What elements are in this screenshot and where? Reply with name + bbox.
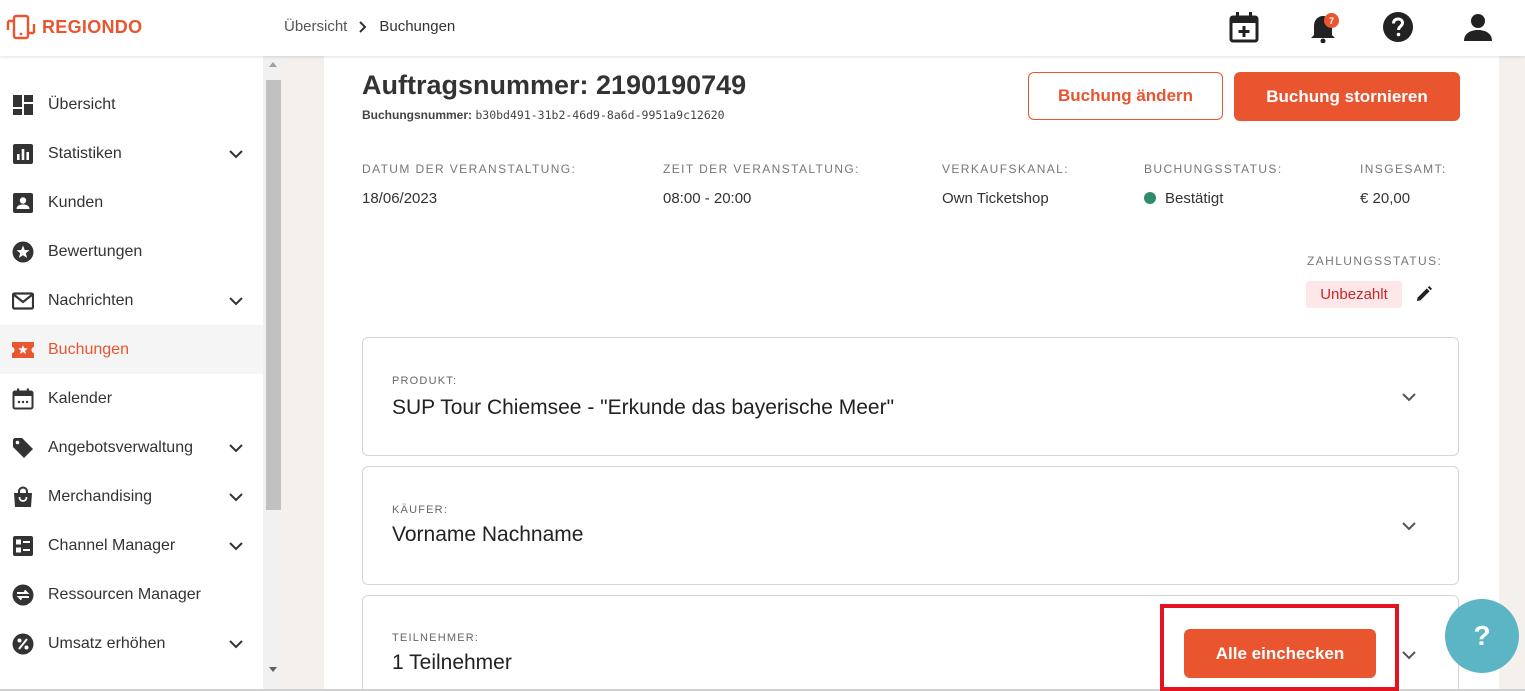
sidebar-item-label: Channel Manager <box>48 536 176 554</box>
sidebar-item-angebotsverwaltung[interactable]: Angebotsverwaltung <box>0 423 263 472</box>
help-icon[interactable] <box>1381 10 1415 44</box>
booking-number: Buchungsnummer: b30bd491-31b2-46d9-8a6d-… <box>362 108 725 122</box>
sidebar-item-channel-manager[interactable]: Channel Manager <box>0 521 263 570</box>
shopping-bag-icon <box>11 485 35 509</box>
top-bar: REGIONDO Übersicht Buchungen 7 <box>0 0 1525 56</box>
chevron-right-icon <box>359 20 367 33</box>
chevron-down-icon[interactable] <box>226 536 246 556</box>
sidebar-item-ressourcen-manager[interactable]: Ressourcen Manager <box>0 570 263 619</box>
notification-badge: 7 <box>1324 13 1339 28</box>
booking-status-text: Bestätigt <box>1165 190 1224 207</box>
chevron-down-icon[interactable] <box>226 291 246 311</box>
chevron-down-icon[interactable] <box>226 144 246 164</box>
breadcrumb: Übersicht Buchungen <box>284 18 455 35</box>
sidebar-item-label: Merchandising <box>48 487 153 505</box>
sidebar: Übersicht Statistiken Kunden Bewertungen… <box>0 56 283 691</box>
sales-channel-label: VERKAUFSKANAL: <box>942 162 1069 176</box>
sidebar-item-uebersicht[interactable]: Übersicht <box>0 80 263 129</box>
contact-card-icon <box>11 191 35 215</box>
total-label: INSGESAMT: <box>1360 162 1447 176</box>
buyer-panel[interactable]: KÄUFER: Vorname Nachname <box>362 466 1459 585</box>
sales-channel-value: Own Ticketshop <box>942 190 1049 207</box>
sidebar-item-statistiken[interactable]: Statistiken <box>0 129 263 178</box>
buyer-label: KÄUFER: <box>392 504 449 516</box>
bar-chart-icon <box>11 142 35 166</box>
regiondo-logo[interactable]: REGIONDO <box>6 12 142 42</box>
brand-name: REGIONDO <box>42 16 143 37</box>
booking-status-label: BUCHUNGSSTATUS: <box>1144 162 1283 176</box>
sidebar-item-kalender[interactable]: Kalender <box>0 374 263 423</box>
product-value: SUP Tour Chiemsee - "Erkunde das bayeris… <box>392 396 895 419</box>
booking-detail-card: Auftragsnummer: 2190190749 Buchungsnumme… <box>324 56 1499 691</box>
chevron-down-icon[interactable] <box>226 487 246 507</box>
sidebar-item-merchandising[interactable]: Merchandising <box>0 472 263 521</box>
pencil-icon[interactable] <box>1414 284 1434 304</box>
product-label: PRODUKT: <box>392 375 458 387</box>
participants-value: 1 Teilnehmer <box>392 651 512 674</box>
calendar-add-icon[interactable] <box>1227 10 1261 44</box>
swap-icon <box>11 583 35 607</box>
sidebar-item-label: Statistiken <box>48 144 122 162</box>
sidebar-item-label: Buchungen <box>48 340 129 358</box>
cancel-booking-button[interactable]: Buchung stornieren <box>1234 72 1460 121</box>
sidebar-scrollbar[interactable] <box>263 56 283 691</box>
breadcrumb-current: Buchungen <box>379 18 456 35</box>
user-icon[interactable] <box>1461 10 1495 44</box>
help-chat-button[interactable]: ? <box>1445 599 1519 673</box>
ticket-icon <box>11 338 35 362</box>
sidebar-item-kunden[interactable]: Kunden <box>0 178 263 227</box>
payment-status-badge: Unbezahlt <box>1306 281 1402 308</box>
chevron-down-icon[interactable] <box>1398 386 1420 408</box>
buyer-value: Vorname Nachname <box>392 523 584 546</box>
scroll-thumb[interactable] <box>266 80 281 510</box>
sidebar-item-label: Angebotsverwaltung <box>48 438 193 456</box>
mail-icon <box>11 289 35 313</box>
booking-status-value: Bestätigt <box>1144 190 1223 207</box>
sidebar-item-label: Ressourcen Manager <box>48 585 201 603</box>
chevron-down-icon[interactable] <box>1398 644 1420 666</box>
event-time-label: ZEIT DER VERANSTALTUNG: <box>663 162 860 176</box>
sidebar-item-label: Bewertungen <box>48 242 143 260</box>
scroll-up-arrow[interactable] <box>269 62 277 67</box>
sidebar-item-label: Kunden <box>48 193 104 211</box>
sidebar-item-label: Kalender <box>48 389 113 407</box>
percent-icon <box>11 632 35 656</box>
status-dot-icon <box>1144 192 1156 204</box>
total-value: € 20,00 <box>1360 190 1411 207</box>
dashboard-icon <box>11 93 35 117</box>
star-icon <box>11 240 35 264</box>
sidebar-item-label: Übersicht <box>48 95 116 113</box>
chevron-down-icon[interactable] <box>1398 515 1420 537</box>
payment-status-label: ZAHLUNGSSTATUS: <box>1307 254 1443 268</box>
order-number-title: Auftragsnummer: 2190190749 <box>362 70 747 100</box>
booking-number-label: Buchungsnummer: <box>362 108 473 122</box>
edit-booking-button[interactable]: Buchung ändern <box>1028 72 1223 120</box>
product-panel[interactable]: PRODUKT: SUP Tour Chiemsee - "Erkunde da… <box>362 337 1459 456</box>
booking-number-value: b30bd491-31b2-46d9-8a6d-9951a9c12620 <box>475 108 725 122</box>
highlight-annotation-box <box>1160 604 1399 691</box>
sidebar-item-umsatz-erhoehen[interactable]: Umsatz erhöhen <box>0 619 263 668</box>
sidebar-item-buchungen[interactable]: Buchungen <box>0 325 263 374</box>
bell-icon[interactable]: 7 <box>1306 10 1340 44</box>
breadcrumb-home-link[interactable]: Übersicht <box>284 18 347 35</box>
participants-label: TEILNEHMER: <box>392 632 480 644</box>
calendar-icon <box>11 387 35 411</box>
sidebar-item-label: Umsatz erhöhen <box>48 634 166 652</box>
tag-icon <box>11 436 35 460</box>
channel-icon <box>11 534 35 558</box>
chevron-down-icon[interactable] <box>226 634 246 654</box>
chevron-down-icon[interactable] <box>226 438 246 458</box>
sidebar-item-label: Nachrichten <box>48 291 134 309</box>
event-time-value: 08:00 - 20:00 <box>663 190 752 207</box>
sidebar-item-bewertungen[interactable]: Bewertungen <box>0 227 263 276</box>
event-date-value: 18/06/2023 <box>362 190 438 207</box>
sidebar-item-nachrichten[interactable]: Nachrichten <box>0 276 263 325</box>
event-date-label: DATUM DER VERANSTALTUNG: <box>362 162 577 176</box>
regiondo-logo-icon <box>6 14 36 40</box>
scroll-down-arrow[interactable] <box>269 667 277 672</box>
